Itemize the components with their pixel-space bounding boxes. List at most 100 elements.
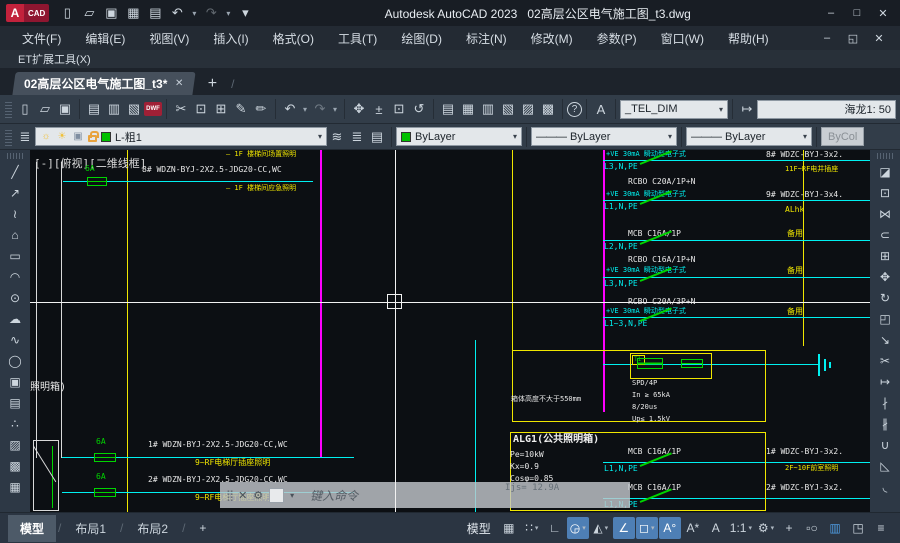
- isodraft-icon[interactable]: ◭▾: [590, 517, 612, 539]
- menu-item-3[interactable]: 插入(I): [201, 27, 260, 50]
- break-icon[interactable]: ∦: [873, 413, 897, 434]
- chevron-down-icon[interactable]: ▾: [189, 3, 199, 23]
- polar-tracking-icon[interactable]: ◶▾: [567, 517, 589, 539]
- mirror-icon[interactable]: ⋈: [873, 203, 897, 224]
- arc-icon[interactable]: ◠: [3, 266, 27, 287]
- lineweight-combo[interactable]: ——— ByLayer ▾: [686, 127, 812, 146]
- dim-linear-icon[interactable]: ↦: [737, 99, 757, 119]
- linetype-combo[interactable]: ——— ByLayer ▾: [531, 127, 677, 146]
- layer-previous-icon[interactable]: ≣: [347, 127, 367, 147]
- command-close-icon[interactable]: ✕: [238, 489, 247, 502]
- autocad-logo[interactable]: A CAD: [6, 4, 49, 22]
- hailong-scale-box[interactable]: 海龙1: 50: [757, 100, 896, 119]
- snap-icon[interactable]: ∷▾: [521, 517, 543, 539]
- save-as-icon[interactable]: ▦: [123, 3, 143, 23]
- doc-minimize-button[interactable]: –: [816, 29, 838, 47]
- stretch-icon[interactable]: ↘: [873, 329, 897, 350]
- polyline-icon[interactable]: ≀: [3, 203, 27, 224]
- workspace-gear-icon[interactable]: ⚙▾: [755, 517, 777, 539]
- layer-translate-icon[interactable]: ▤: [367, 127, 387, 147]
- rotate-icon[interactable]: ↻: [873, 287, 897, 308]
- new-icon[interactable]: ▯: [15, 99, 35, 119]
- copy-icon[interactable]: ⊡: [873, 182, 897, 203]
- maximize-button[interactable]: □: [846, 4, 868, 22]
- menu-item-9[interactable]: 参数(P): [585, 27, 649, 50]
- chevron-down-icon[interactable]: ▾: [330, 99, 340, 119]
- design-center-icon[interactable]: ▦: [458, 99, 478, 119]
- chevron-down-icon[interactable]: ▾: [290, 491, 294, 500]
- menu-item-7[interactable]: 标注(N): [454, 27, 519, 50]
- grid-icon[interactable]: ▦: [498, 517, 520, 539]
- doc-restore-button[interactable]: ◱: [842, 29, 864, 47]
- chevron-down-icon[interactable]: ▾: [535, 524, 539, 532]
- hatch-icon[interactable]: ▨: [3, 434, 27, 455]
- revision-cloud-icon[interactable]: ☁: [3, 308, 27, 329]
- layer-vp-freeze-icon[interactable]: ▣: [72, 131, 84, 142]
- menu-et-tools[interactable]: ET扩展工具(X): [10, 50, 99, 68]
- zoom-realtime-icon[interactable]: ±: [369, 99, 389, 119]
- chevron-down-icon[interactable]: ▾: [582, 524, 586, 532]
- ortho-icon[interactable]: ∟: [544, 517, 566, 539]
- clean-screen-icon[interactable]: ◳: [847, 517, 869, 539]
- customization-icon[interactable]: ≡: [870, 517, 892, 539]
- text-style-icon[interactable]: A: [591, 99, 611, 119]
- menu-item-0[interactable]: 文件(F): [10, 27, 73, 50]
- layout-tab-模型[interactable]: 模型: [8, 515, 56, 542]
- ellipse-icon[interactable]: ◯: [3, 350, 27, 371]
- make-block-icon[interactable]: ▤: [3, 392, 27, 413]
- dim-style-combo[interactable]: _TEL_DIM ▾: [620, 100, 728, 119]
- menu-item-11[interactable]: 帮助(H): [716, 27, 781, 50]
- menu-item-2[interactable]: 视图(V): [137, 27, 201, 50]
- toolbar-grip[interactable]: [877, 153, 893, 159]
- chevron-down-icon[interactable]: ▾: [771, 524, 775, 532]
- rectangle-icon[interactable]: ▭: [3, 245, 27, 266]
- zoom-window-icon[interactable]: ⊡: [389, 99, 409, 119]
- undo-icon[interactable]: ↶: [167, 3, 187, 23]
- doc-close-button[interactable]: ✕: [868, 29, 890, 47]
- command-customize-wrench-icon[interactable]: ⚙: [253, 489, 263, 502]
- minimize-button[interactable]: –: [820, 4, 842, 22]
- chevron-down-icon[interactable]: ▾: [748, 524, 752, 532]
- circle-icon[interactable]: ⊙: [3, 287, 27, 308]
- menu-item-8[interactable]: 修改(M): [519, 27, 585, 50]
- layout-tab-布局2[interactable]: 布局2: [125, 515, 180, 542]
- annotation-autoscale-icon[interactable]: A*: [682, 517, 704, 539]
- annotation-scale-value[interactable]: 1:1▾: [728, 517, 754, 539]
- zoom-previous-icon[interactable]: ↺: [409, 99, 429, 119]
- save-icon[interactable]: ▣: [101, 3, 121, 23]
- polygon-icon[interactable]: ⌂: [3, 224, 27, 245]
- offset-icon[interactable]: ⊂: [873, 224, 897, 245]
- chamfer-icon[interactable]: ◺: [873, 455, 897, 476]
- tracking-plus-icon[interactable]: +: [778, 517, 800, 539]
- pan-icon[interactable]: ✥: [349, 99, 369, 119]
- layer-unlock-icon[interactable]: [88, 135, 97, 142]
- file-tab-active[interactable]: 02高层公区电气施工图_t3* ✕: [12, 72, 195, 95]
- properties-icon[interactable]: ▤: [438, 99, 458, 119]
- layout-tab-+[interactable]: +: [187, 516, 218, 540]
- hardware-acceleration-icon[interactable]: ▥: [824, 517, 846, 539]
- toolbar-grip[interactable]: [5, 128, 12, 146]
- dwf-icon[interactable]: DWF: [144, 102, 162, 116]
- model-space-toggle[interactable]: 模型: [461, 516, 497, 541]
- open-icon[interactable]: ▱: [79, 3, 99, 23]
- array-icon[interactable]: ⊞: [873, 245, 897, 266]
- menu-item-5[interactable]: 工具(T): [326, 27, 389, 50]
- construction-line-icon[interactable]: ↗: [3, 182, 27, 203]
- layer-thaw-sun-icon[interactable]: ☀: [56, 131, 68, 142]
- region-icon[interactable]: ▦: [3, 476, 27, 497]
- redo-icon[interactable]: ↷: [310, 99, 330, 119]
- command-input[interactable]: 键入命令: [310, 487, 358, 504]
- cut-icon[interactable]: ✂: [171, 99, 191, 119]
- scale-icon[interactable]: ◰: [873, 308, 897, 329]
- redo-icon[interactable]: ↷: [201, 3, 221, 23]
- publish-icon[interactable]: ▧: [124, 99, 144, 119]
- erase-icon[interactable]: ◪: [873, 161, 897, 182]
- markup-set-icon[interactable]: ▨: [518, 99, 538, 119]
- plot-preview-icon[interactable]: ▥: [104, 99, 124, 119]
- help-icon[interactable]: ?: [567, 102, 582, 117]
- join-icon[interactable]: ∪: [873, 434, 897, 455]
- plot-icon[interactable]: ▤: [84, 99, 104, 119]
- menu-item-1[interactable]: 编辑(E): [73, 27, 137, 50]
- move-icon[interactable]: ✥: [873, 266, 897, 287]
- menu-item-6[interactable]: 绘图(D): [389, 27, 454, 50]
